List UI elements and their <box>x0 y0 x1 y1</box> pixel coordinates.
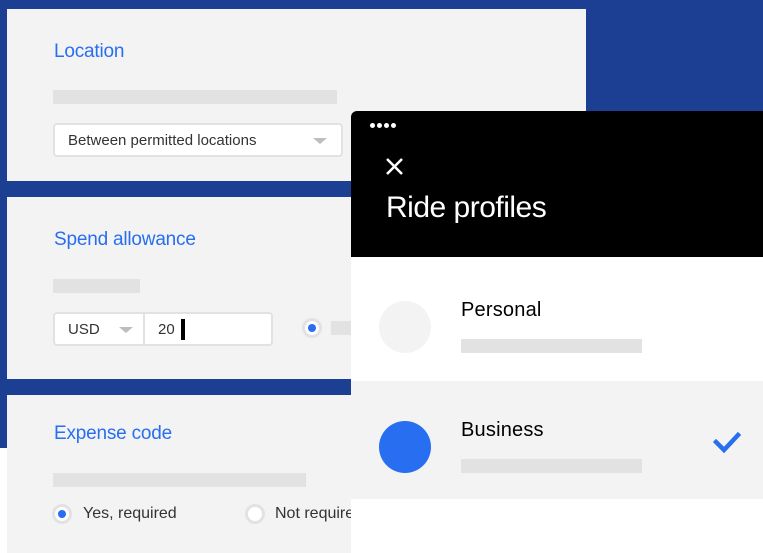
not-required-radio[interactable] <box>245 504 265 524</box>
profile-name: Business <box>461 419 544 441</box>
location-select-value: Between permitted locations <box>68 131 257 149</box>
spend-allowance-title: Spend allowance <box>54 229 196 250</box>
check-icon <box>713 431 741 453</box>
location-placeholder-bar <box>53 90 337 104</box>
profile-row-personal[interactable]: Personal <box>351 261 763 379</box>
required-label: Yes, required <box>83 505 177 522</box>
expense-placeholder-bar <box>53 473 306 487</box>
avatar <box>379 421 431 473</box>
ride-profiles-header: Ride profiles <box>351 111 763 257</box>
chevron-down-icon <box>313 138 327 144</box>
currency-select-value: USD <box>68 320 100 338</box>
radio-selected-dot <box>308 324 316 332</box>
location-title: Location <box>54 41 125 62</box>
spend-placeholder-bar <box>53 279 140 293</box>
avatar <box>379 301 431 353</box>
profile-placeholder-bar <box>461 339 642 353</box>
spend-option-radio[interactable] <box>302 318 322 338</box>
ride-profiles-title: Ride profiles <box>386 191 547 224</box>
expense-code-title: Expense code <box>54 423 173 444</box>
currency-select[interactable]: USD <box>53 312 145 346</box>
location-select[interactable]: Between permitted locations <box>53 123 343 157</box>
profile-row-business[interactable]: Business <box>351 381 763 499</box>
amount-input-value: 20 <box>158 320 175 338</box>
profile-placeholder-bar <box>461 459 642 473</box>
chevron-down-icon <box>119 327 133 333</box>
amount-input[interactable]: 20 <box>143 312 273 346</box>
ride-profiles-screen: Ride profiles Personal Business <box>351 111 763 553</box>
not-required-label: Not require <box>275 505 355 522</box>
radio-selected-dot <box>58 510 66 518</box>
profile-name: Personal <box>461 299 542 321</box>
required-radio[interactable] <box>52 504 72 524</box>
text-cursor <box>180 318 185 340</box>
status-bar-dots <box>370 123 396 128</box>
close-icon[interactable] <box>385 157 404 176</box>
